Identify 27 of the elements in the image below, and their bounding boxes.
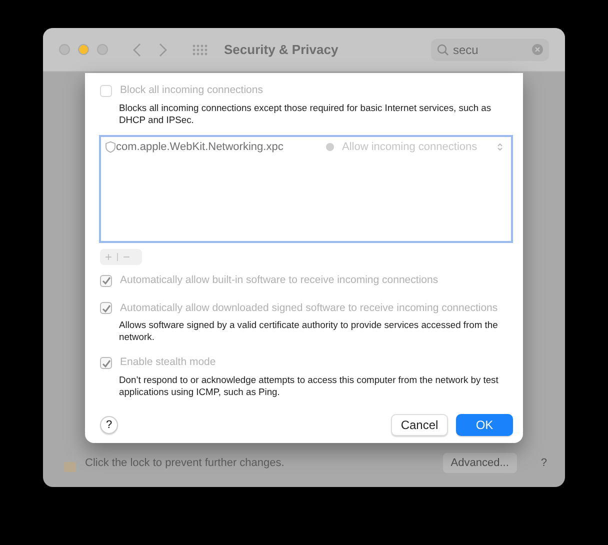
clear-icon[interactable] [532,44,543,55]
cancel-button[interactable]: Cancel [391,414,448,436]
lock-status-text: Click the lock to prevent further changes. [85,456,284,470]
grid-icon[interactable] [192,44,208,56]
checkbox-label: Enable stealth mode [120,355,216,370]
zoom-button[interactable] [97,44,108,55]
forward-icon[interactable] [158,42,168,56]
ok-button[interactable]: OK [456,414,513,436]
app-name[interactable]: com.apple.WebKit.Networking.xpc [116,138,326,156]
search-field[interactable]: secu [453,40,523,58]
checkbox-label: Automatically allow downloaded signed software to receive incoming connections [120,300,498,316]
close-button[interactable] [59,44,70,55]
checkbox-label: Block all incoming connections [120,83,263,98]
stepper-icon[interactable] [497,142,503,152]
description-text: Allows software signed by a valid certificate authority to provide services accessed from the network. [119,319,499,344]
search-icon [437,44,449,56]
help-button[interactable]: ? [540,454,547,471]
help-button[interactable]: ? [100,416,118,434]
window-title: Security & Privacy [224,40,338,59]
checkbox-label: Automatically allow built-in software to receive incoming connections [120,272,438,288]
shield-icon [105,141,116,153]
description-text: Don’t respond to or acknowledge attempts to access this computer from the network by test applications using ICMP, such as Ping. [119,374,500,398]
description-text: Blocks all incoming connections except those required for basic Internet services, such as DHCP and IPSec. [119,102,492,126]
advanced-button[interactable]: Advanced... [442,452,517,473]
minimize-button[interactable] [78,44,89,55]
back-icon[interactable] [132,42,142,56]
search-bar[interactable]: secu [431,38,549,60]
